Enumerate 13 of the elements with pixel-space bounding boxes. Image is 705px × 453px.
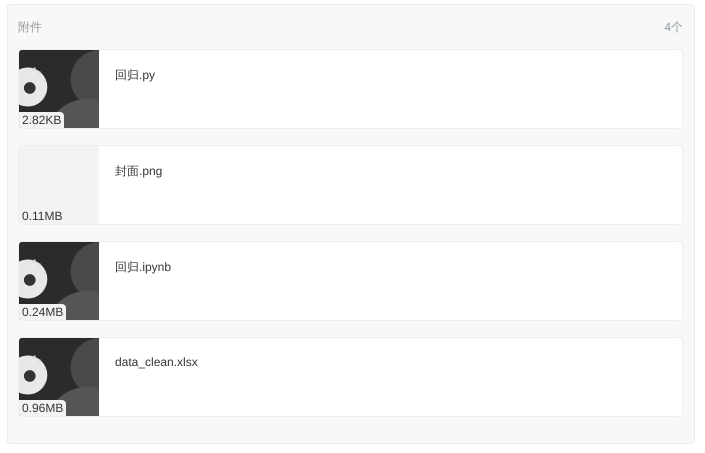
attachment-card[interactable]: 0.11MB 封面.png (18, 145, 683, 225)
attachment-count: 4个 (664, 18, 683, 36)
file-size: 0.24MB (19, 304, 66, 320)
attachment-card[interactable]: 0.96MB data_clean.xlsx (18, 337, 683, 417)
file-size: 2.82KB (19, 112, 64, 128)
file-name: data_clean.xlsx (114, 354, 198, 371)
file-name: 回归.py (114, 67, 156, 84)
attachment-card[interactable]: 0.24MB 回归.ipynb (18, 241, 683, 321)
file-name: 封面.png (114, 163, 162, 180)
file-name: 回归.ipynb (114, 259, 172, 276)
attachment-card[interactable]: 2.82KB 回归.py (18, 49, 683, 129)
file-size: 0.96MB (19, 400, 66, 416)
panel-title: 附件 (18, 18, 42, 36)
